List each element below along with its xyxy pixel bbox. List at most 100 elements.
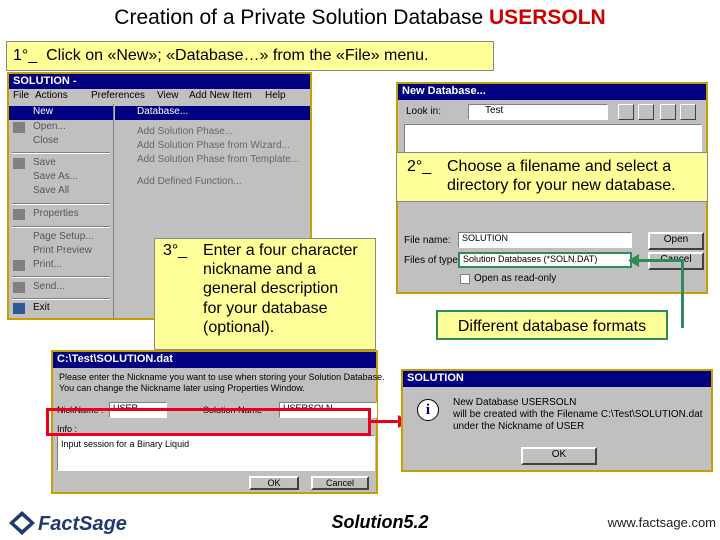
solution-dat-title: C:\Test\SOLUTION.dat — [57, 353, 173, 365]
new-submenu: Database... Add Solution Phase... Add So… — [115, 104, 310, 196]
nickname-highlight — [46, 408, 371, 436]
nickname-prompt-line1: Please enter the Nickname you want to us… — [59, 372, 385, 382]
message-text: New Database USERSOLN will be created wi… — [453, 397, 711, 433]
file-menu-print-preview[interactable]: Print Preview — [9, 245, 113, 259]
menu-preferences[interactable]: Preferences — [91, 90, 145, 101]
file-menu-properties[interactable]: Properties — [9, 208, 113, 222]
formats-connector-arrow — [628, 254, 639, 267]
file-menu-print-preview-label: Print Preview — [33, 245, 92, 256]
menu-view[interactable]: View — [157, 90, 179, 101]
formats-connector-vertical — [681, 260, 684, 328]
list-view-icon[interactable] — [660, 104, 676, 120]
message-line1: New Database USERSOLN — [453, 397, 577, 408]
message-ok-button[interactable]: OK — [521, 447, 597, 465]
menu-add-new-item[interactable]: Add New Item — [189, 90, 252, 101]
menu-help[interactable]: Help — [265, 90, 286, 101]
look-in-combo[interactable]: Test — [468, 104, 608, 120]
read-only-label: Open as read-only — [474, 273, 557, 284]
message-line3: under the Nickname of USER — [453, 421, 585, 432]
file-menu-new[interactable]: New — [9, 106, 113, 120]
submenu-add-defined-function-label: Add Defined Function... — [137, 176, 242, 187]
file-menu-send-label: Send... — [33, 281, 65, 292]
step3-line3: general description — [203, 280, 339, 298]
database-formats-text: Different database formats — [457, 318, 647, 335]
file-menu-save-all[interactable]: Save All — [9, 185, 113, 199]
file-menu-save[interactable]: Save — [9, 157, 113, 171]
submenu-add-defined-function[interactable]: Add Defined Function... — [115, 176, 310, 190]
menu-separator — [12, 276, 110, 278]
menu-separator — [12, 226, 110, 228]
file-menu-save-as[interactable]: Save As... — [9, 171, 113, 185]
properties-icon — [13, 209, 25, 220]
file-menu-print[interactable]: Print... — [9, 259, 113, 273]
step1-number: 1°_ — [13, 47, 38, 64]
step2-callout: 2°_ Choose a filename and select a direct… — [396, 152, 708, 202]
file-menu-close-label: Close — [33, 135, 59, 146]
menu-file[interactable]: File — [13, 90, 29, 101]
file-menu-page-setup[interactable]: Page Setup... — [9, 231, 113, 245]
file-menu-properties-label: Properties — [33, 208, 79, 219]
page-title: Creation of a Private Solution Database … — [0, 6, 720, 30]
file-menu-page-setup-label: Page Setup... — [33, 231, 94, 242]
cancel-button[interactable]: Cancel — [311, 476, 369, 490]
file-menu-dropdown: New Open... Close Save Save As... Save A… — [9, 104, 114, 318]
submenu-add-phase-template-label: Add Solution Phase from Template... — [137, 154, 300, 165]
submenu-database-label: Database... — [137, 106, 189, 117]
solution-message-box: SOLUTION i New Database USERSOLN will be… — [401, 369, 713, 472]
file-menu-save-all-label: Save All — [33, 185, 70, 196]
submenu-add-solution-phase-label: Add Solution Phase... — [137, 126, 234, 137]
menu-separator — [12, 298, 110, 300]
submenu-add-phase-wizard[interactable]: Add Solution Phase from Wizard... — [115, 140, 310, 154]
message-line2: will be created with the Filename C:\Tes… — [453, 409, 703, 420]
menu-separator — [12, 152, 110, 154]
read-only-checkbox[interactable] — [460, 274, 470, 284]
factsage-logo: FactSage — [8, 508, 127, 538]
submenu-database[interactable]: Database... — [115, 106, 310, 120]
file-menu-print-label: Print... — [33, 259, 62, 270]
new-folder-icon[interactable] — [638, 104, 654, 120]
look-in-label: Look in: — [406, 106, 442, 117]
file-menu-open[interactable]: Open... — [9, 121, 113, 135]
step2-line1: Choose a filename and select a — [447, 158, 672, 175]
footer-title: Solution5.2 — [331, 512, 429, 532]
factsage-logo-icon — [9, 511, 35, 535]
submenu-add-solution-phase[interactable]: Add Solution Phase... — [115, 126, 310, 140]
step3-line4: for your database — [203, 299, 328, 317]
open-button[interactable]: Open — [648, 232, 704, 250]
footer-url[interactable]: www.factsage.com — [590, 515, 716, 530]
details-view-icon[interactable] — [680, 104, 696, 120]
formats-connector-horizontal — [636, 259, 684, 262]
file-menu-send[interactable]: Send... — [9, 281, 113, 295]
file-menu-close[interactable]: Close — [9, 135, 113, 149]
file-menu-new-label: New — [33, 106, 54, 117]
file-name-input[interactable]: SOLUTION — [458, 232, 632, 248]
step3-line1: Enter a four character — [203, 242, 358, 259]
save-icon — [13, 158, 25, 169]
send-icon — [13, 282, 25, 293]
file-menu-open-label: Open... — [33, 121, 66, 132]
step1-callout: 1°_ Click on «New»; «Database…» from the… — [6, 41, 494, 71]
file-name-label: File name: — [404, 235, 451, 246]
submenu-add-phase-template[interactable]: Add Solution Phase from Template... — [115, 154, 310, 168]
open-folder-icon — [13, 122, 25, 133]
message-box-titlebar: SOLUTION — [403, 371, 711, 387]
submenu-add-phase-wizard-label: Add Solution Phase from Wizard... — [137, 140, 290, 151]
file-menu-save-label: Save — [33, 157, 56, 168]
menu-actions[interactable]: Actions — [35, 90, 68, 101]
step2-line2: directory for your new database. — [447, 177, 676, 195]
menu-separator — [12, 203, 110, 205]
exit-icon — [13, 303, 25, 314]
new-database-titlebar: New Database... — [398, 84, 706, 100]
title-prefix: Creation of a Private Solution Database — [114, 6, 490, 29]
printer-icon — [13, 260, 25, 271]
files-of-type-select[interactable]: Solution Databases (*SOLN.DAT) — [458, 252, 632, 268]
main-window-titlebar: SOLUTION - — [9, 74, 310, 89]
info-icon: i — [417, 399, 439, 421]
step1-text: Click on «New»; «Database…» from the «Fi… — [46, 47, 429, 64]
info-textarea[interactable]: Input session for a Binary Liquid — [57, 435, 375, 471]
ok-button[interactable]: OK — [249, 476, 299, 490]
up-folder-icon[interactable] — [618, 104, 634, 120]
nickname-prompt-line2: You can change the Nickname later using … — [59, 383, 305, 393]
menubar: File Actions Preferences View Add New It… — [9, 89, 310, 104]
file-menu-exit[interactable]: Exit — [9, 302, 113, 316]
